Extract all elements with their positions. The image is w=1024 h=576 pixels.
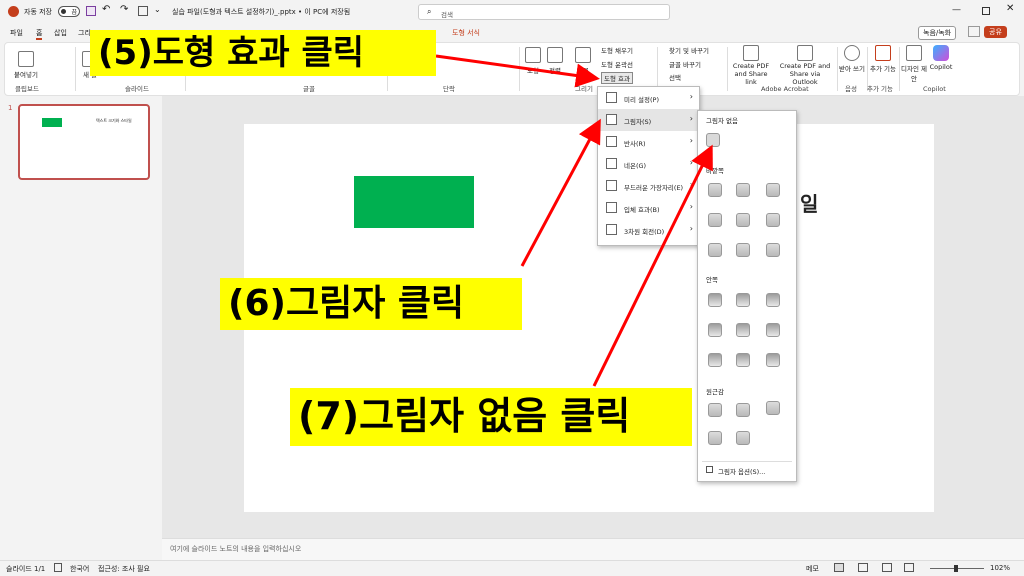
step6-banner: (6)그림자 클릭: [220, 278, 522, 330]
step7-banner: (7)그림자 없음 클릭: [290, 388, 692, 446]
arrow-to-effects: [435, 54, 600, 88]
arrow-to-shadow: [520, 118, 601, 267]
arrow-to-no-shadow: [592, 144, 713, 387]
step5-banner: (5)도형 효과 클릭: [90, 30, 436, 76]
